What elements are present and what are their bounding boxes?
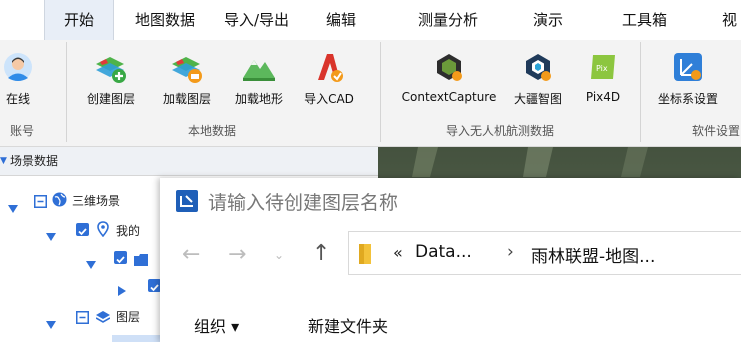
create-layer-label: 创建图层 [86, 92, 135, 106]
create-layer-button[interactable]: 创建图层 [76, 40, 146, 118]
recent-locations-chevron-icon[interactable]: ⌄ [274, 248, 284, 262]
visibility-checkbox[interactable] [76, 223, 89, 236]
folder-icon [359, 244, 371, 268]
expand-arrow-icon[interactable] [46, 314, 56, 333]
load-terrain-button[interactable]: 加载地形 [226, 40, 292, 118]
globe-icon [52, 192, 67, 211]
breadcrumb-rainforest[interactable]: 雨林联盟-地图... [531, 242, 655, 267]
location-pin-icon [97, 221, 109, 241]
tree-node-3d-scene[interactable]: 三维场景 [72, 192, 120, 209]
group-label-drone-data: 导入无人机航测数据 [446, 124, 555, 138]
online-button[interactable]: 在线 [0, 40, 36, 118]
coordinate-system-icon [671, 50, 705, 84]
layers-icon [95, 309, 111, 328]
import-cad-button[interactable]: 导入CAD [296, 40, 362, 118]
tree-node-layers[interactable]: 图层 [116, 308, 140, 325]
group-label-account: 账号 [10, 124, 35, 138]
import-cad-icon [312, 50, 346, 84]
coordinate-system-button[interactable]: 坐标系设置 [648, 40, 728, 118]
selected-row-highlight [112, 335, 162, 342]
load-layer-icon [170, 50, 204, 84]
pix4d-label: Pix4D [585, 90, 621, 104]
group-label-local-data: 本地数据 [188, 124, 237, 138]
tab-toolbox[interactable]: 工具箱 [622, 0, 667, 40]
load-layer-button[interactable]: 加载图层 [152, 40, 222, 118]
dialog-title: 请输入待创建图层名称 [208, 192, 399, 214]
load-terrain-label: 加载地形 [234, 92, 283, 106]
online-button-label: 在线 [5, 92, 30, 106]
create-layer-dialog: 请输入待创建图层名称 ← → ⌄ ↑ « Data... › 雨林联盟-地图..… [160, 178, 741, 342]
scene-data-header: ▼ 场景数据 [0, 147, 378, 176]
svg-text:Pix: Pix [596, 64, 608, 73]
tab-start[interactable]: 开始 [44, 0, 114, 40]
visibility-checkbox[interactable] [114, 251, 127, 264]
coordinate-system-label: 坐标系设置 [657, 92, 718, 106]
expand-right-arrow-icon[interactable] [118, 281, 126, 300]
collapse-box-icon[interactable] [76, 309, 89, 328]
tab-map-data[interactable]: 地图数据 [135, 0, 195, 40]
dji-terra-button[interactable]: 大疆智图 [508, 40, 568, 118]
ribbon-separator [640, 42, 641, 142]
dji-terra-label: 大疆智图 [513, 92, 562, 106]
ribbon-separator [66, 42, 67, 142]
collapse-arrow-icon[interactable]: ▼ [0, 147, 10, 175]
dji-terra-icon [521, 50, 555, 84]
breadcrumb-separator: › [507, 242, 514, 262]
user-icon [1, 50, 35, 84]
tab-import-export[interactable]: 导入/导出 [224, 0, 289, 40]
tab-edit[interactable]: 编辑 [326, 0, 356, 40]
app-logo-icon [176, 190, 198, 216]
group-label-software-settings: 软件设置 [692, 124, 741, 138]
ribbon-separator [380, 42, 381, 142]
create-layer-icon [94, 50, 128, 84]
tree-node-my[interactable]: 我的 [116, 222, 140, 239]
pix4d-icon: Pix [586, 50, 620, 84]
import-cad-label: 导入CAD [304, 92, 354, 106]
scene-data-title: 场景数据 [10, 154, 59, 168]
expand-arrow-icon[interactable] [86, 254, 96, 273]
tab-measure-analysis[interactable]: 测量分析 [418, 0, 478, 40]
address-bar[interactable]: « Data... › 雨林联盟-地图... [348, 231, 741, 275]
ribbon: 在线 账号 创建图层 加载图层 加载地形 导入CAD 本地数据 ContextC… [0, 40, 741, 147]
new-folder-button[interactable]: 新建文件夹 [308, 313, 388, 337]
expand-arrow-icon[interactable] [8, 198, 18, 217]
load-terrain-icon [242, 50, 276, 84]
tab-view[interactable]: 视 [722, 0, 737, 40]
up-arrow-icon[interactable]: ↑ [312, 241, 330, 266]
forward-arrow-icon[interactable]: → [228, 242, 246, 267]
breadcrumb-data[interactable]: Data... [415, 242, 472, 262]
folder-icon [134, 251, 148, 270]
load-layer-label: 加载图层 [162, 92, 211, 106]
tab-present[interactable]: 演示 [533, 0, 563, 40]
organize-menu-button[interactable]: 组织 ▾ [194, 313, 239, 337]
expand-arrow-icon[interactable] [46, 226, 56, 245]
menu-bar: 开始 地图数据 导入/导出 编辑 测量分析 演示 工具箱 视 [0, 0, 741, 40]
contextcapture-icon [432, 50, 466, 84]
breadcrumb-overflow[interactable]: « [393, 243, 403, 262]
back-arrow-icon[interactable]: ← [182, 242, 200, 267]
collapse-box-icon[interactable] [34, 193, 47, 212]
contextcapture-label: ContextCapture [401, 90, 497, 104]
pix4d-button[interactable]: Pix Pix4D [578, 40, 628, 118]
contextcapture-button[interactable]: ContextCapture [392, 40, 506, 118]
